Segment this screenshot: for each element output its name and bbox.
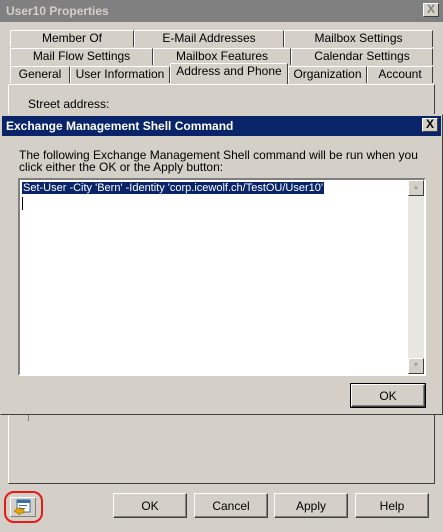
help-button[interactable]: Help (355, 493, 429, 518)
street-address-label: Street address: (28, 97, 110, 111)
close-icon[interactable]: X (422, 118, 438, 132)
tab-account[interactable]: Account (367, 66, 433, 83)
command-text: Set-User -City 'Bern' -Identity 'corp.ic… (22, 182, 324, 194)
cancel-button[interactable]: Cancel (194, 493, 268, 518)
tab-member-of[interactable]: Member Of (10, 30, 134, 47)
command-textarea[interactable]: Set-User -City 'Bern' -Identity 'corp.ic… (18, 178, 426, 376)
scroll-up-icon[interactable]: ▲ (408, 180, 424, 196)
apply-button[interactable]: Apply (274, 493, 348, 518)
ems-title: Exchange Management Shell Command (6, 119, 234, 133)
tab-mail-flow-settings[interactable]: Mail Flow Settings (10, 48, 153, 65)
ems-titlebar: Exchange Management Shell Command X (2, 116, 441, 136)
scroll-down-icon[interactable]: ▼ (408, 358, 424, 374)
ems-description: The following Exchange Management Shell … (19, 148, 418, 174)
tab-user-information[interactable]: User Information (70, 66, 170, 83)
ok-button[interactable]: OK (113, 493, 187, 518)
text-caret (22, 197, 23, 210)
ems-ok-button[interactable]: OK (350, 383, 426, 408)
tab-general[interactable]: General (10, 66, 70, 83)
tab-address-and-phone[interactable]: Address and Phone (170, 63, 288, 84)
highlight-annotation (4, 491, 43, 523)
properties-title: User10 Properties (6, 4, 109, 18)
tab-organization[interactable]: Organization (288, 66, 367, 83)
tab-calendar-settings[interactable]: Calendar Settings (291, 48, 433, 65)
tab-mailbox-settings[interactable]: Mailbox Settings (284, 30, 433, 47)
ems-command-dialog: Exchange Management Shell Command X The … (0, 114, 443, 415)
vertical-scrollbar[interactable]: ▲ ▼ (408, 180, 424, 374)
tab-email-addresses[interactable]: E-Mail Addresses (134, 30, 284, 47)
close-icon[interactable]: X (423, 3, 439, 17)
properties-titlebar: User10 Properties X (0, 0, 443, 22)
